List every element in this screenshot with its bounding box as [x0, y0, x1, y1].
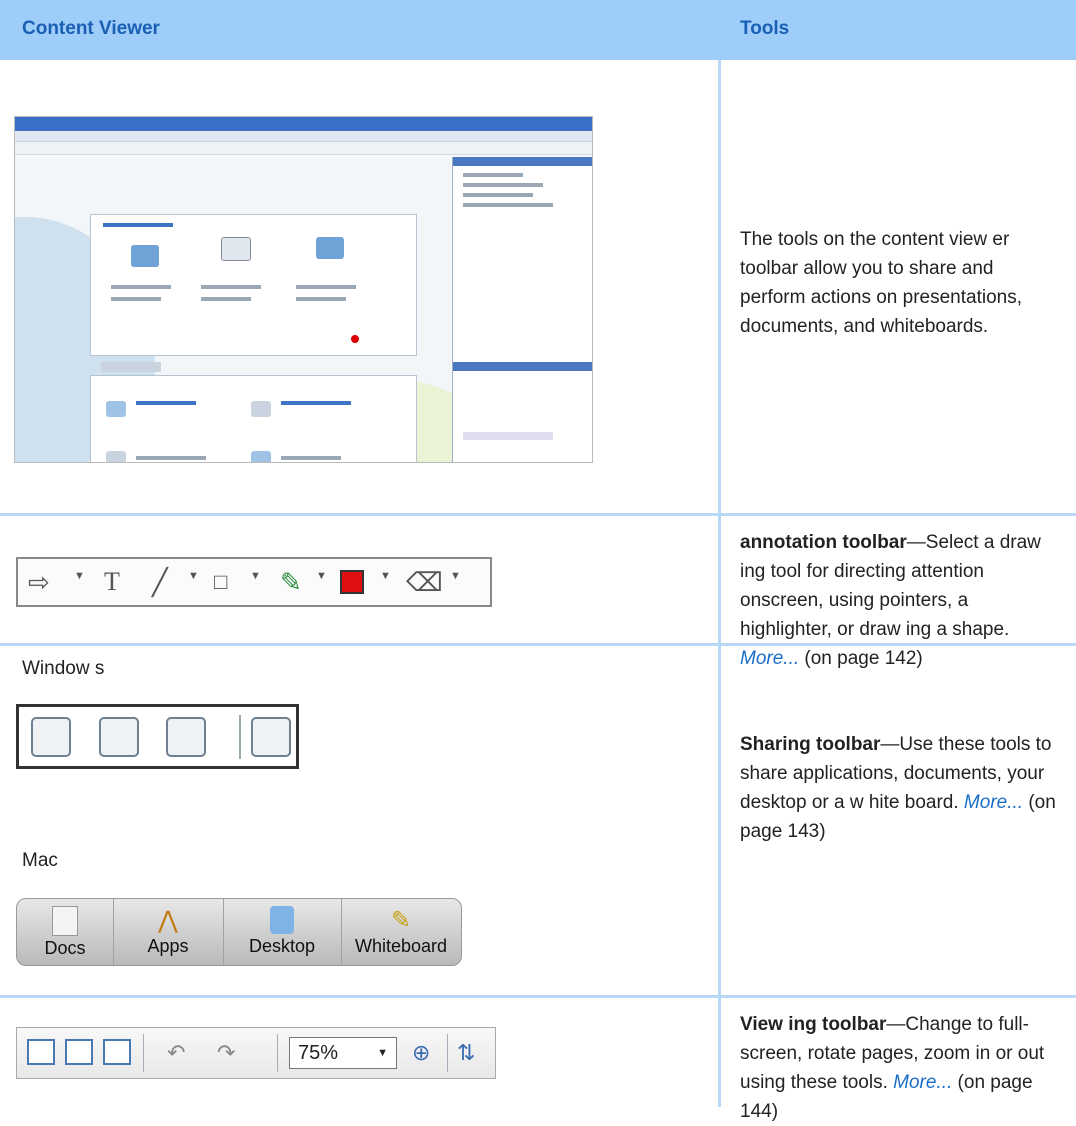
- chevron-down-icon[interactable]: ▼: [316, 570, 327, 582]
- header-content-viewer: Content Viewer: [22, 18, 160, 39]
- mac-docs-button[interactable]: Docs: [17, 899, 114, 965]
- annotation-title: annotation toolbar: [740, 532, 907, 553]
- chevron-down-icon[interactable]: ▼: [250, 570, 261, 582]
- mac-desktop-label: Desktop: [248, 936, 316, 956]
- toolbar-separator: [239, 715, 241, 759]
- pointer-arrow-icon[interactable]: ⇨: [28, 567, 50, 597]
- zoom-value: 75%: [298, 1042, 339, 1064]
- tools-table: Content Viewer Tools The tools on the co…: [0, 0, 1076, 1122]
- sharing-title: Sharing toolbar: [740, 734, 881, 755]
- viewing-more-link[interactable]: More...: [893, 1072, 952, 1093]
- header-tools: Tools: [740, 18, 790, 39]
- share-application-icon[interactable]: [99, 717, 139, 757]
- annotation-toolbar: ⇨ ▼ T ╱ ▼ □ ▼ ✎ ▼ ▼ ⌫ ▼: [16, 557, 492, 607]
- sharing-description: Sharing toolbar—Use these tools to share…: [740, 730, 1060, 846]
- annotation-description: annotation toolbar—Select a draw ing too…: [740, 528, 1060, 673]
- color-icon[interactable]: [340, 570, 364, 594]
- content-viewer-description: The tools on the content view er toolbar…: [740, 229, 1022, 337]
- mac-docs-label: Docs: [44, 938, 86, 958]
- content-viewer-screenshot: [14, 116, 593, 463]
- viewing-description: View ing toolbar—Change to full-screen, …: [740, 1010, 1060, 1126]
- zoom-select[interactable]: 75% ▼: [289, 1037, 397, 1069]
- thumbnail-view-icon[interactable]: [65, 1039, 93, 1065]
- rotate-left-icon[interactable]: ↶: [167, 1040, 185, 1066]
- mac-apps-button[interactable]: ⋀ Apps: [113, 899, 224, 965]
- toolbar-separator: [143, 1034, 144, 1072]
- fit-icon[interactable]: ⇅: [457, 1040, 475, 1066]
- annotation-more-link[interactable]: More...: [740, 648, 799, 669]
- toolbar-separator: [277, 1034, 278, 1072]
- mac-whiteboard-button[interactable]: ✎ Whiteboard: [341, 899, 461, 965]
- apps-icon: ⋀: [158, 907, 178, 934]
- sync-display-icon[interactable]: [103, 1039, 131, 1065]
- viewing-toolbar: ↶ ↷ 75% ▼ ⊕ ⇅: [16, 1027, 496, 1079]
- full-screen-icon[interactable]: [27, 1039, 55, 1065]
- rotate-right-icon[interactable]: ↷: [217, 1040, 235, 1066]
- line-icon[interactable]: ╱: [152, 567, 168, 597]
- share-whiteboard-icon[interactable]: [251, 717, 291, 757]
- rectangle-icon[interactable]: □: [214, 567, 227, 597]
- windows-sharing-toolbar: [16, 704, 299, 769]
- pencil-icon[interactable]: ✎: [280, 567, 302, 597]
- annotation-page-ref: (on page 142): [799, 648, 923, 669]
- mac-desktop-button[interactable]: Desktop: [223, 899, 342, 965]
- chevron-down-icon[interactable]: ▼: [188, 570, 199, 582]
- chevron-down-icon[interactable]: ▼: [380, 570, 391, 582]
- table-header: Content Viewer Tools: [0, 0, 1076, 60]
- zoom-icon[interactable]: ⊕: [412, 1040, 430, 1066]
- column-divider: [718, 60, 721, 1107]
- mac-sharing-toolbar: Docs ⋀ Apps Desktop ✎ Whiteboard: [16, 898, 462, 966]
- share-desktop-icon[interactable]: [166, 717, 206, 757]
- sharing-more-link[interactable]: More...: [964, 792, 1023, 813]
- mac-whiteboard-label: Whiteboard: [354, 936, 448, 956]
- eraser-icon[interactable]: ⌫: [406, 567, 443, 597]
- chevron-down-icon[interactable]: ▼: [450, 570, 461, 582]
- finder-icon: [270, 906, 294, 934]
- toolbar-separator: [447, 1034, 448, 1072]
- text-icon[interactable]: T: [104, 567, 120, 597]
- mac-apps-label: Apps: [147, 936, 189, 956]
- windows-label: Window s: [22, 658, 105, 679]
- row-divider: [0, 513, 1076, 516]
- pencil-icon: ✎: [390, 907, 412, 934]
- viewing-title: View ing toolbar: [740, 1014, 887, 1035]
- chevron-down-icon: ▼: [377, 1047, 388, 1059]
- share-document-icon[interactable]: [31, 717, 71, 757]
- row-divider: [0, 995, 1076, 998]
- mac-label: Mac: [22, 850, 58, 871]
- chevron-down-icon[interactable]: ▼: [74, 570, 85, 582]
- document-icon: [52, 906, 78, 936]
